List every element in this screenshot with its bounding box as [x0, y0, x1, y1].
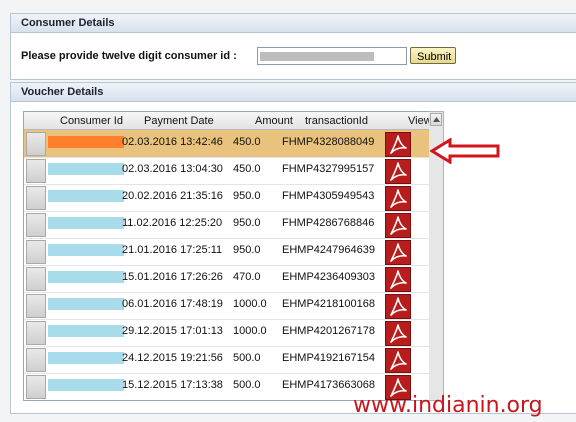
- consumer-details-panel: Consumer Details Please provide twelve d…: [10, 13, 576, 80]
- transaction-id-cell: EHMP4192167154: [282, 352, 375, 364]
- voucher-row[interactable]: 15.01.2016 17:26:26 470.0 EHMP4236409303: [24, 265, 430, 293]
- voucher-grid: Consumer Id Payment Date Amount transact…: [23, 111, 431, 401]
- pdf-icon[interactable]: [385, 240, 411, 265]
- amount-cell: 950.0: [233, 244, 261, 256]
- row-selector[interactable]: [26, 159, 46, 183]
- transaction-id-cell: FHMP4328088049: [282, 136, 375, 148]
- masked-consumer-id: [48, 325, 124, 337]
- voucher-details-title: Voucher Details: [11, 83, 576, 102]
- amount-cell: 500.0: [233, 352, 261, 364]
- masked-consumer-id: [48, 190, 124, 202]
- column-header-consumer-id[interactable]: Consumer Id: [60, 115, 123, 127]
- row-selector[interactable]: [26, 321, 46, 345]
- masked-consumer-id: [48, 244, 124, 256]
- row-selector[interactable]: [26, 267, 46, 291]
- voucher-row[interactable]: 11.02.2016 12:25:20 950.0 FHMP4286768846: [24, 211, 430, 239]
- voucher-row[interactable]: 20.02.2016 21:35:16 950.0 FHMP4305949543: [24, 184, 430, 212]
- consumer-details-title: Consumer Details: [11, 14, 576, 33]
- scroll-up-arrow-icon: [433, 117, 440, 122]
- transaction-id-cell: EHMP4236409303: [282, 271, 375, 283]
- amount-cell: 500.0: [233, 379, 261, 391]
- consumer-id-label: Please provide twelve digit consumer id …: [21, 50, 237, 62]
- payment-date-cell: 24.12.2015 19:21:56: [122, 352, 223, 364]
- amount-cell: 470.0: [233, 271, 261, 283]
- transaction-id-cell: FHMP4305949543: [282, 190, 375, 202]
- pdf-icon[interactable]: [385, 294, 411, 319]
- watermark-text: www.indianin.org: [353, 393, 543, 418]
- row-selector[interactable]: [26, 132, 46, 156]
- payment-date-cell: 15.12.2015 17:13:38: [122, 379, 223, 391]
- transaction-id-cell: FHMP4286768846: [282, 217, 375, 229]
- consumer-id-input[interactable]: [257, 47, 407, 65]
- pdf-icon[interactable]: [385, 159, 411, 184]
- payment-date-cell: 02.03.2016 13:42:46: [122, 136, 223, 148]
- masked-consumer-id: [48, 163, 124, 175]
- amount-cell: 950.0: [233, 217, 261, 229]
- pdf-icon[interactable]: [385, 267, 411, 292]
- grid-header: Consumer Id Payment Date Amount transact…: [24, 112, 430, 130]
- voucher-details-panel: Voucher Details Consumer Id Payment Date…: [10, 82, 576, 414]
- masked-consumer-id: [48, 298, 124, 310]
- masked-consumer-id: [48, 352, 124, 364]
- voucher-row[interactable]: 06.01.2016 17:48:19 1000.0 EHMP4218100168: [24, 292, 430, 320]
- pdf-icon[interactable]: [385, 321, 411, 346]
- masked-consumer-id: [48, 271, 124, 283]
- transaction-id-cell: EHMP4218100168: [282, 298, 375, 310]
- scroll-up-button[interactable]: [430, 113, 442, 126]
- pdf-icon[interactable]: [385, 186, 411, 211]
- voucher-row[interactable]: 21.01.2016 17:25:11 950.0 EHMP4247964639: [24, 238, 430, 266]
- column-header-payment-date[interactable]: Payment Date: [144, 115, 214, 127]
- column-header-transaction-id[interactable]: transactionId: [305, 115, 368, 127]
- row-selector[interactable]: [26, 375, 46, 399]
- transaction-id-cell: EHMP4173663068: [282, 379, 375, 391]
- voucher-row[interactable]: 02.03.2016 13:04:30 450.0 FHMP4327995157: [24, 157, 430, 185]
- pdf-icon[interactable]: [385, 348, 411, 373]
- amount-cell: 950.0: [233, 190, 261, 202]
- transaction-id-cell: EHMP4201267178: [282, 325, 375, 337]
- amount-cell: 1000.0: [233, 298, 267, 310]
- row-selector[interactable]: [26, 186, 46, 210]
- row-selector[interactable]: [26, 348, 46, 372]
- row-selector[interactable]: [26, 294, 46, 318]
- payment-date-cell: 02.03.2016 13:04:30: [122, 163, 223, 175]
- amount-cell: 450.0: [233, 163, 261, 175]
- payment-date-cell: 15.01.2016 17:26:26: [122, 271, 223, 283]
- payment-date-cell: 11.02.2016 12:25:20: [122, 217, 223, 229]
- masked-consumer-id: [48, 136, 124, 148]
- masked-consumer-id: [260, 52, 374, 61]
- pdf-icon[interactable]: [385, 213, 411, 238]
- amount-cell: 450.0: [233, 136, 261, 148]
- pointer-arrow-icon: [430, 138, 500, 164]
- pdf-icon[interactable]: [385, 132, 411, 157]
- amount-cell: 1000.0: [233, 325, 267, 337]
- masked-consumer-id: [48, 379, 124, 391]
- payment-date-cell: 06.01.2016 17:48:19: [122, 298, 223, 310]
- payment-date-cell: 21.01.2016 17:25:11: [122, 244, 223, 256]
- row-selector[interactable]: [26, 213, 46, 237]
- voucher-row[interactable]: 24.12.2015 19:21:56 500.0 EHMP4192167154: [24, 346, 430, 374]
- masked-consumer-id: [48, 217, 124, 229]
- payment-date-cell: 20.02.2016 21:35:16: [122, 190, 223, 202]
- submit-button[interactable]: Submit: [410, 47, 456, 64]
- transaction-id-cell: FHMP4327995157: [282, 163, 375, 175]
- row-selector[interactable]: [26, 240, 46, 264]
- payment-date-cell: 29.12.2015 17:01:13: [122, 325, 223, 337]
- voucher-row[interactable]: 29.12.2015 17:01:13 1000.0 EHMP4201267178: [24, 319, 430, 347]
- voucher-row[interactable]: 02.03.2016 13:42:46 450.0 FHMP4328088049: [24, 130, 430, 158]
- column-header-amount[interactable]: Amount: [255, 115, 293, 127]
- transaction-id-cell: EHMP4247964639: [282, 244, 375, 256]
- column-header-view: View: [408, 115, 431, 127]
